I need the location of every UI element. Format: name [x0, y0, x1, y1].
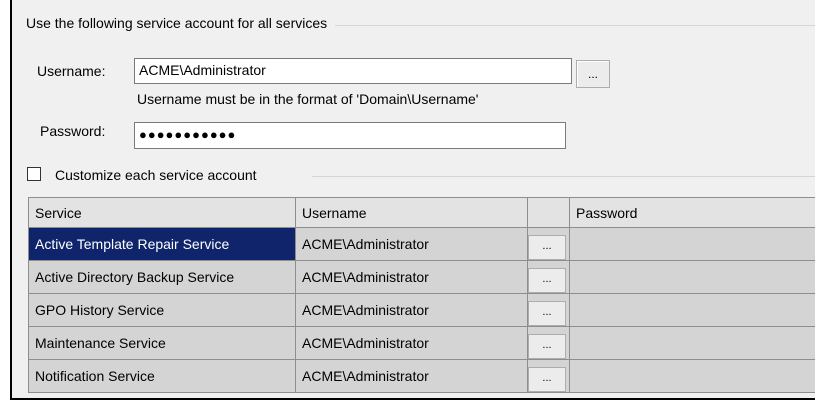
username-cell[interactable]: ACME\Administrator: [295, 359, 528, 393]
browse-cell: ...: [527, 293, 570, 327]
browse-cell: ...: [527, 326, 570, 360]
username-cell[interactable]: ACME\Administrator: [295, 260, 528, 294]
column-header-password[interactable]: Password: [569, 197, 815, 228]
password-label: Password:: [40, 123, 106, 139]
services-grid: Service Username Password Active Templat…: [28, 197, 815, 393]
username-label: Username:: [37, 63, 106, 79]
username-browse-button[interactable]: ...: [576, 60, 610, 88]
browse-cell: ...: [527, 260, 570, 294]
password-cell[interactable]: [569, 326, 815, 360]
row-browse-button[interactable]: ...: [528, 334, 566, 359]
username-input[interactable]: ACME\Administrator: [134, 58, 572, 84]
customize-divider: [312, 176, 815, 177]
browse-cell: ...: [527, 227, 570, 261]
row-browse-button[interactable]: ...: [528, 235, 566, 260]
password-cell[interactable]: [569, 359, 815, 393]
row-browse-button[interactable]: ...: [528, 268, 566, 293]
table-row[interactable]: Active Directory Backup Service ACME\Adm…: [28, 260, 815, 294]
service-cell[interactable]: Active Template Repair Service: [28, 227, 296, 261]
table-row[interactable]: Maintenance Service ACME\Administrator .…: [28, 326, 815, 360]
table-row[interactable]: GPO History Service ACME\Administrator .…: [28, 293, 815, 327]
column-header-service[interactable]: Service: [28, 197, 296, 228]
table-row[interactable]: Notification Service ACME\Administrator …: [28, 359, 815, 393]
service-cell[interactable]: Maintenance Service: [28, 326, 296, 360]
password-cell[interactable]: [569, 293, 815, 327]
column-header-username[interactable]: Username: [295, 197, 528, 228]
grid-header-row: Service Username Password: [28, 197, 815, 228]
service-account-panel: Use the following service account for al…: [10, 0, 815, 400]
username-cell[interactable]: ACME\Administrator: [295, 293, 528, 327]
service-cell[interactable]: Notification Service: [28, 359, 296, 393]
service-cell[interactable]: Active Directory Backup Service: [28, 260, 296, 294]
username-cell[interactable]: ACME\Administrator: [295, 326, 528, 360]
column-header-browse[interactable]: [527, 197, 570, 228]
username-cell[interactable]: ACME\Administrator: [295, 227, 528, 261]
browse-cell: ...: [527, 359, 570, 393]
password-cell[interactable]: [569, 260, 815, 294]
password-input[interactable]: ●●●●●●●●●●●: [134, 122, 566, 149]
group-title: Use the following service account for al…: [26, 15, 336, 31]
customize-label[interactable]: Customize each service account: [55, 167, 265, 183]
username-hint: Username must be in the format of 'Domai…: [137, 91, 479, 107]
table-row[interactable]: Active Template Repair Service ACME\Admi…: [28, 227, 815, 261]
row-browse-button[interactable]: ...: [528, 301, 566, 326]
service-cell[interactable]: GPO History Service: [28, 293, 296, 327]
password-cell[interactable]: [569, 227, 815, 261]
row-browse-button[interactable]: ...: [528, 367, 566, 392]
customize-checkbox[interactable]: [27, 167, 41, 181]
